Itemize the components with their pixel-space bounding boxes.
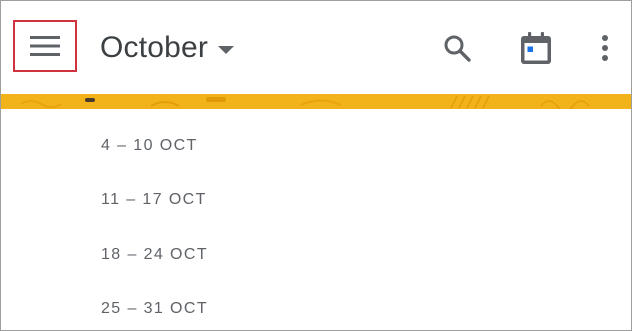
caret-down-icon bbox=[218, 46, 235, 54]
week-item[interactable]: 25 – 31 OCT bbox=[101, 299, 208, 319]
more-options-button[interactable] bbox=[585, 28, 625, 68]
month-selector[interactable]: October bbox=[100, 28, 235, 68]
more-vert-icon bbox=[601, 34, 609, 62]
menu-icon bbox=[29, 35, 61, 57]
calendar-today-icon bbox=[520, 31, 552, 65]
top-app-bar: October bbox=[1, 1, 631, 94]
main-menu-button[interactable] bbox=[13, 20, 77, 72]
month-banner-illustration bbox=[1, 94, 631, 109]
week-item[interactable]: 11 – 17 OCT bbox=[101, 190, 207, 210]
month-title: October bbox=[100, 31, 209, 64]
week-item[interactable]: 18 – 24 OCT bbox=[101, 245, 208, 265]
week-item[interactable]: 4 – 10 OCT bbox=[101, 136, 198, 156]
search-icon bbox=[443, 34, 471, 62]
search-button[interactable] bbox=[437, 28, 477, 68]
today-button[interactable] bbox=[516, 28, 556, 68]
calendar-app-window: October 4 – 10 OCT 11 – 17 OCT 18 – 24 O… bbox=[0, 0, 632, 331]
